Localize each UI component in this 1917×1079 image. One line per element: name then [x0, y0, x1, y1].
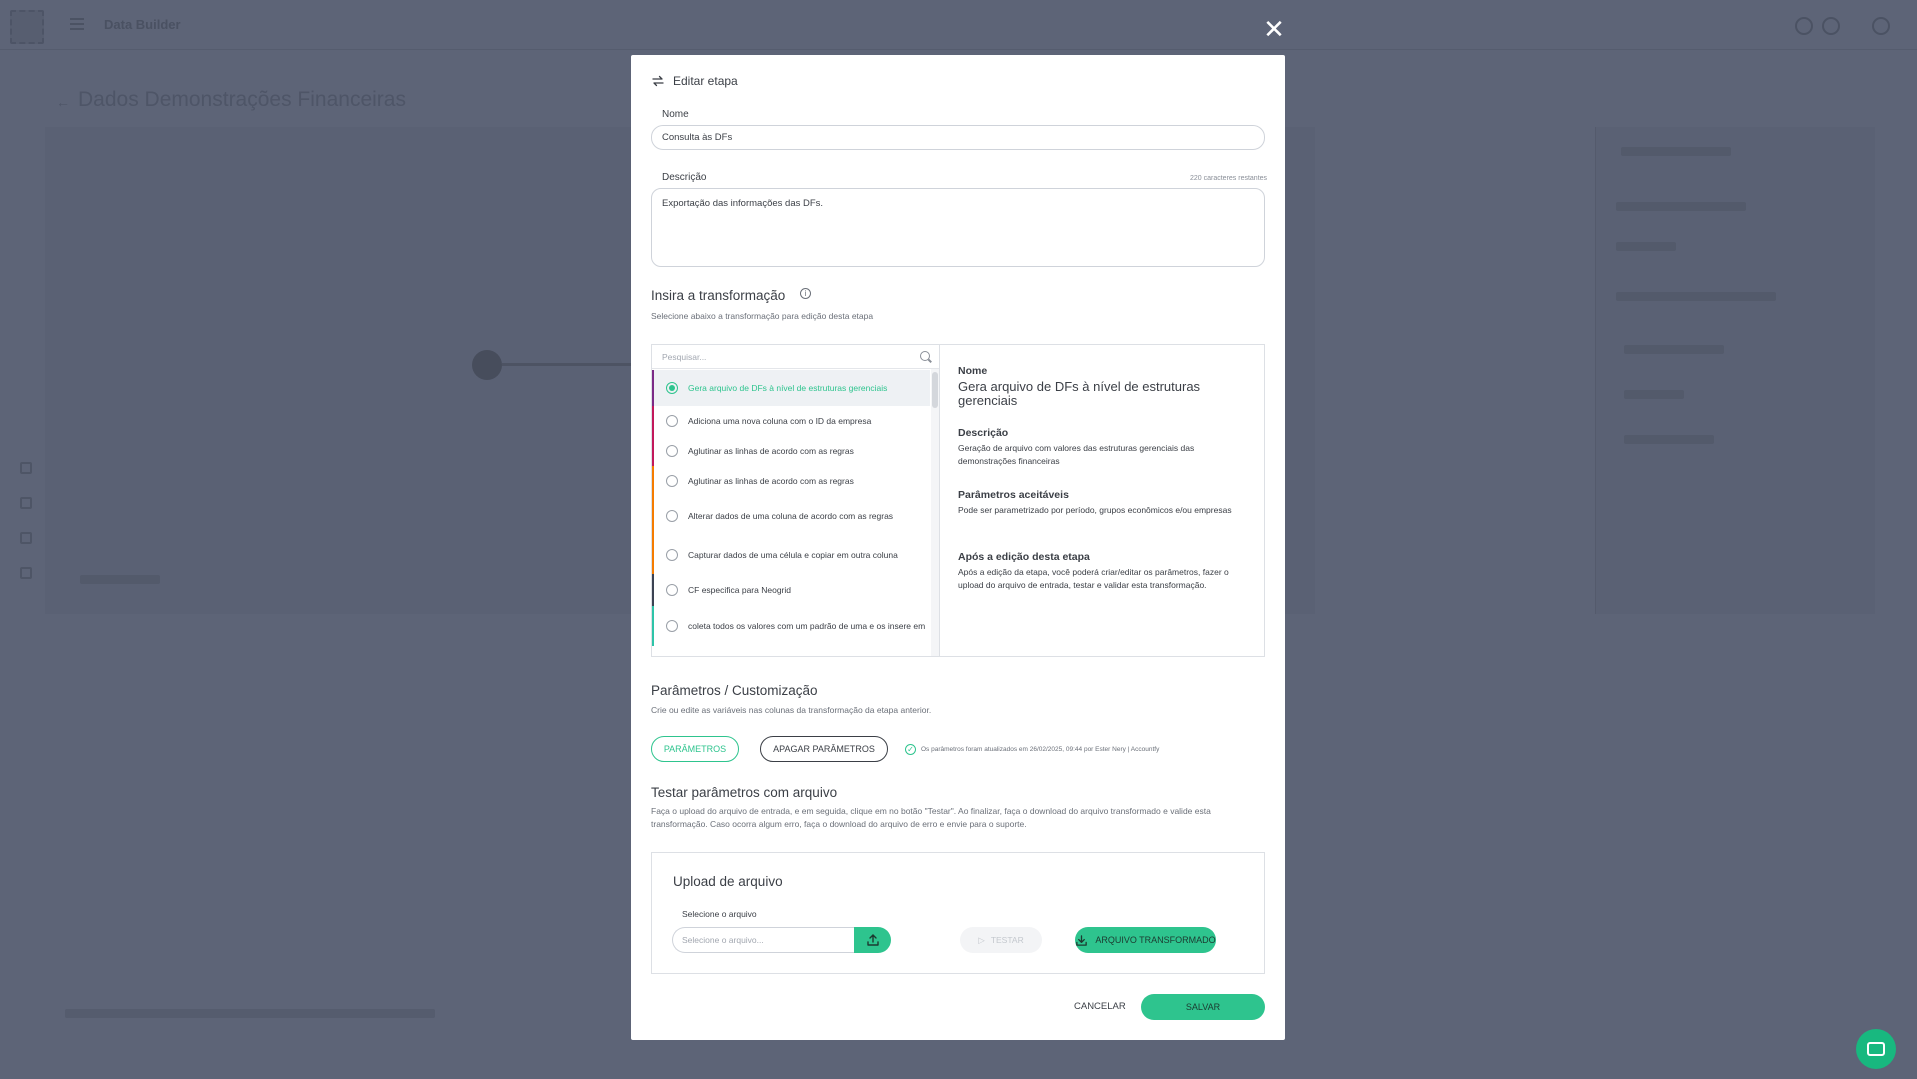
transform-details: Nome Gera arquivo de DFs à nível de estr… [958, 345, 1258, 656]
option-label: Alterar dados de uma coluna de acordo co… [688, 510, 894, 521]
edit-step-modal: Editar etapa Nome Consulta às DFs Descri… [631, 55, 1285, 1040]
user-avatar-icon [1872, 17, 1890, 35]
transform-option[interactable]: Aglutinar as linhas de acordo com as reg… [652, 466, 930, 496]
test-subtitle: Faça o upload do arquivo de entrada, e e… [651, 806, 1211, 829]
detail-desc-heading: Descrição [958, 427, 1009, 439]
detail-name-heading: Nome [958, 365, 988, 377]
params-button[interactable]: PARÂMETROS [651, 736, 739, 762]
scrollbar[interactable] [931, 369, 939, 656]
cancel-button[interactable]: CANCELAR [1074, 1001, 1126, 1012]
radio-button[interactable] [666, 584, 678, 596]
option-label: Adiciona uma nova coluna com o ID da emp… [688, 416, 872, 426]
transform-subtitle: Selecione abaixo a transformação para ed… [651, 311, 874, 321]
chat-icon [1867, 1042, 1885, 1056]
clear-params-button[interactable]: APAGAR PARÂMETROS [760, 736, 888, 762]
params-status: ✓ Os parâmetros foram atualizados em 26/… [905, 744, 1159, 755]
top-bar: Data Builder [0, 0, 1917, 50]
side-icon [20, 532, 32, 544]
transform-option[interactable]: coleta todos os valores com um padrão de… [652, 606, 930, 646]
transformed-file-button[interactable]: ARQUIVO TRANSFORMADO [1075, 927, 1216, 953]
test-title: Testar parâmetros com arquivo [651, 785, 838, 800]
close-icon[interactable]: ✕ [1263, 16, 1285, 42]
side-icon [20, 462, 32, 474]
select-file-label: Selecione o arquivo [682, 909, 757, 919]
radio-button[interactable] [666, 445, 678, 457]
menu-icon [70, 18, 84, 30]
transform-title: Insira a transformação [651, 288, 786, 303]
test-button-label: TESTAR [990, 935, 1024, 945]
option-label: coleta todos os valores com um padrão de… [688, 621, 926, 631]
name-input[interactable]: Consulta às DFs [651, 125, 1265, 150]
upload-icon [866, 934, 879, 946]
transform-option[interactable]: Capturar dados de uma célula e copiar em… [652, 535, 930, 574]
option-label: Aglutinar as linhas de acordo com as reg… [688, 446, 854, 456]
settings-icon [1822, 17, 1840, 35]
upload-title: Upload de arquivo [673, 874, 783, 889]
detail-params-heading: Parâmetros aceitáveis [958, 489, 1069, 501]
check-circle-icon: ✓ [905, 744, 916, 755]
search-placeholder: Pesquisar... [662, 351, 707, 362]
download-icon [1076, 934, 1088, 946]
radio-button[interactable] [666, 382, 678, 394]
chars-remaining: 220 caracteres restantes [1190, 175, 1268, 182]
detail-params-value: Pode ser parametrizado por período, grup… [958, 505, 1232, 515]
flow-edge [502, 363, 632, 366]
params-subtitle: Crie ou edite as variáveis nas colunas d… [651, 705, 932, 715]
footer-text [65, 1009, 435, 1018]
side-icon [20, 497, 32, 509]
search-input[interactable]: Pesquisar... [652, 345, 939, 369]
app-logo [10, 10, 44, 44]
transform-option[interactable]: Gera arquivo de DFs à nível de estrutura… [652, 370, 930, 406]
back-arrow-icon: ← [56, 94, 70, 110]
radio-button[interactable] [666, 548, 678, 561]
name-label: Nome [662, 109, 689, 120]
help-icon [1795, 17, 1813, 35]
save-button-label: SALVAR [1185, 1002, 1221, 1012]
params-title: Parâmetros / Customização [651, 683, 818, 698]
transform-option[interactable]: Alterar dados de uma coluna de acordo co… [652, 496, 930, 535]
modal-title: Editar etapa [673, 74, 738, 88]
description-label: Descrição [662, 172, 707, 183]
transform-picker: Pesquisar... Gera arquivo de DFs à nível… [651, 344, 1265, 657]
params-status-text: Os parâmetros foram atualizados em 26/02… [921, 746, 1160, 753]
detail-name-value: Gera arquivo de DFs à nível de estrutura… [958, 379, 1201, 408]
detail-after-value: Após a edição da etapa, você poderá cria… [958, 567, 1229, 590]
transform-option[interactable]: CF especifica para Neogrid [652, 574, 930, 606]
file-input[interactable]: Selecione o arquivo... [672, 927, 854, 953]
swap-icon [652, 75, 664, 87]
upload-button[interactable] [854, 927, 891, 953]
search-icon[interactable] [920, 351, 930, 361]
upload-box: Upload de arquivo Selecione o arquivo Se… [651, 852, 1265, 974]
radio-button[interactable] [666, 475, 678, 487]
description-textarea[interactable]: Exportação das informações das DFs. [651, 188, 1265, 267]
option-label: Gera arquivo de DFs à nível de estrutura… [688, 383, 888, 393]
radio-button[interactable] [666, 415, 678, 427]
transformed-file-label: ARQUIVO TRANSFORMADO [1095, 935, 1216, 945]
detail-after-heading: Após a edição desta etapa [958, 551, 1090, 563]
play-icon: ▷ [978, 934, 985, 945]
transform-option[interactable]: Aglutinar as linhas de acordo com as reg… [652, 436, 930, 466]
radio-button[interactable] [666, 620, 678, 632]
side-icon [20, 567, 32, 579]
scrollbar-thumb[interactable] [932, 372, 938, 408]
transform-option[interactable]: Adiciona uma nova coluna com o ID da emp… [652, 406, 930, 436]
transform-list: Pesquisar... Gera arquivo de DFs à nível… [652, 345, 940, 656]
modal-header: Editar etapa [651, 74, 738, 88]
option-label: Capturar dados de uma célula e copiar em… [688, 549, 898, 560]
option-label: CF especifica para Neogrid [688, 585, 791, 595]
option-label: Aglutinar as linhas de acordo com as reg… [688, 476, 854, 486]
radio-button[interactable] [666, 509, 678, 522]
side-panel [1595, 127, 1875, 614]
page-title: Dados Demonstrações Financeiras [78, 88, 406, 111]
app-name: Data Builder [104, 17, 181, 32]
test-button[interactable]: ▷ TESTAR [960, 927, 1042, 953]
chat-button[interactable] [1856, 1029, 1896, 1069]
save-button[interactable]: SALVAR [1141, 994, 1265, 1020]
info-icon[interactable]: i [800, 288, 811, 299]
detail-desc-value: Geração de arquivo com valores das estru… [958, 443, 1195, 466]
flow-node [472, 350, 502, 380]
